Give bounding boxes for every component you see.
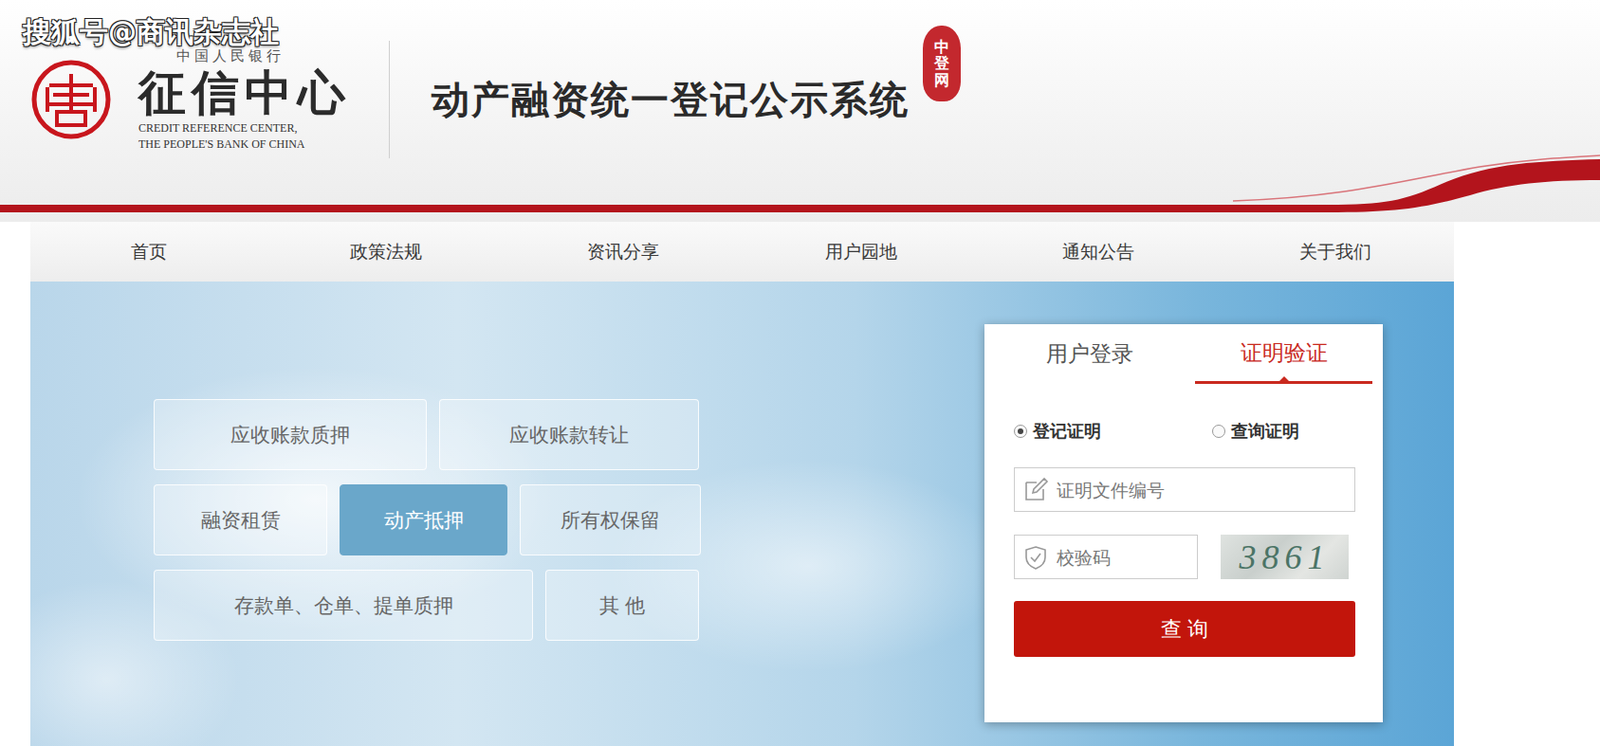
category-button[interactable]: 存款单、仓单、提单质押 [153,570,534,642]
logo-org: 中国人民银行 [138,46,351,66]
nav-item[interactable]: 通知公告 [979,239,1217,265]
logo-name: 征信中心 [138,65,351,121]
header-divider [388,40,390,159]
category-button[interactable]: 应收账款转让 [439,399,699,471]
nav-item[interactable]: 关于我们 [1216,239,1454,265]
radio-button[interactable] [1212,424,1226,439]
category-button[interactable]: 动产抵押 [339,484,508,556]
code-row: 3861 [1013,534,1356,580]
logo-english-line: THE PEOPLE'S BANK OF CHINA [138,136,351,153]
logo-text: 中国人民银行征信中心CREDIT REFERENCE CENTER,THE PE… [138,46,351,153]
logo-emblem-icon [30,58,112,141]
logo-english-line: CREDIT REFERENCE CENTER, [138,120,351,137]
radio-option[interactable]: 查询证明 [1212,420,1300,443]
seal-badge: 中登网 [922,25,961,102]
category-button[interactable]: 应收账款质押 [153,399,427,471]
login-card: 用户登录证明验证登记证明查询证明 3861 查 询 [984,324,1383,723]
category-row: 融资租赁动产抵押所有权保留 [153,484,701,556]
category-row: 应收账款质押应收账款转让 [153,399,701,471]
radio-option[interactable]: 登记证明 [1013,420,1213,443]
nav-item[interactable]: 资讯分享 [504,239,742,265]
verify-form: 登记证明查询证明 3861 查 询 [984,384,1383,658]
nav-item[interactable]: 政策法规 [267,239,505,265]
seal-text: 中登网 [934,38,950,90]
category-button[interactable]: 其 他 [545,570,699,642]
shield-check-icon [1022,544,1049,571]
nav-item[interactable]: 首页 [30,239,268,265]
certificate-number-input[interactable] [1056,479,1347,501]
certificate-field [1013,467,1356,513]
captcha-image[interactable]: 3861 [1220,534,1349,580]
card-tabs: 用户登录证明验证 [984,324,1383,385]
captcha-input[interactable] [1056,547,1190,569]
category-grid: 应收账款质押应收账款转让融资租赁动产抵押所有权保留存款单、仓单、提单质押其 他 [153,399,701,642]
edit-icon [1022,477,1049,504]
category-button[interactable]: 所有权保留 [519,484,701,556]
red-swoosh-line [0,142,1600,222]
tab-notch-icon [1278,376,1290,383]
nav-bar: 首页政策法规资讯分享用户园地通知公告关于我们 [30,221,1454,282]
certificate-type: 登记证明查询证明 [1013,419,1356,444]
category-button[interactable]: 融资租赁 [153,484,328,556]
category-row: 存款单、仓单、提单质押其 他 [153,570,701,642]
banner: 应收账款质押应收账款转让融资租赁动产抵押所有权保留存款单、仓单、提单质押其 他用… [30,281,1454,746]
system-title: 动产融资统一登记公示系统 [431,73,910,127]
radio-button[interactable] [1013,424,1028,439]
code-field [1013,534,1198,580]
nav-item[interactable]: 用户园地 [742,239,980,265]
card-tab[interactable]: 证明验证 [1195,324,1373,385]
query-button[interactable]: 查 询 [1013,601,1356,658]
card-tab[interactable]: 用户登录 [984,324,1196,385]
watermark: 搜狐号@商讯杂志社 [22,13,279,53]
